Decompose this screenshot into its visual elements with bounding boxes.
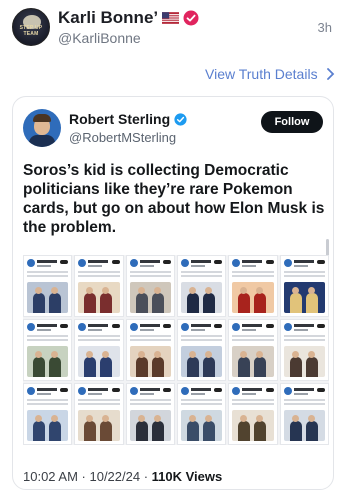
quoted-post-text: Soros’s kid is collecting Democratic pol… xyxy=(23,162,325,236)
verified-badge-icon xyxy=(183,10,199,26)
post-time: 3h xyxy=(317,20,332,35)
verified-badge-icon xyxy=(174,112,187,126)
collage-thumbnail[interactable] xyxy=(23,255,73,317)
collage-thumbnail[interactable] xyxy=(74,255,124,317)
quoted-author-avatar[interactable] xyxy=(23,109,61,147)
collage-thumbnail[interactable] xyxy=(279,383,329,445)
author-avatar[interactable]: STEP UP TEAM xyxy=(12,8,50,46)
avatar-text: STEP UP TEAM xyxy=(19,25,43,37)
follow-button[interactable]: Follow xyxy=(261,111,323,133)
collage-thumbnail[interactable] xyxy=(176,255,227,317)
collage-thumbnail[interactable] xyxy=(228,383,278,445)
author-name[interactable]: Karli Bonne’ xyxy=(58,8,158,28)
quoted-author-name-row: Robert Sterling xyxy=(69,111,187,127)
us-flag-icon xyxy=(162,12,180,24)
author-handle[interactable]: @KarliBonne xyxy=(58,30,141,46)
post-header: STEP UP TEAM Karli Bonne’ @KarliBonne 3h xyxy=(12,6,334,50)
collage-thumbnail[interactable] xyxy=(125,319,175,381)
quoted-author-handle[interactable]: @RobertMSterling xyxy=(69,130,176,145)
collage-thumbnail[interactable] xyxy=(228,255,278,317)
collage-thumbnail[interactable] xyxy=(74,383,124,445)
author-name-row: Karli Bonne’ xyxy=(58,8,199,28)
collage-thumbnail[interactable] xyxy=(74,319,124,381)
collage-thumbnail[interactable] xyxy=(279,255,329,317)
quoted-post-timestamp: 10:02 AM · 10/22/24 · xyxy=(23,469,152,484)
view-count: 110K Views xyxy=(151,469,223,484)
collage-thumbnail[interactable] xyxy=(125,383,175,445)
view-truth-details-label: View Truth Details xyxy=(205,66,318,82)
collage-thumbnail[interactable] xyxy=(125,255,175,317)
collage-thumbnail[interactable] xyxy=(23,383,73,445)
screenshot-collage[interactable] xyxy=(23,255,329,445)
quoted-author-name[interactable]: Robert Sterling xyxy=(69,111,170,127)
chevron-right-icon xyxy=(326,68,334,80)
collage-thumbnail[interactable] xyxy=(228,319,278,381)
collage-thumbnail[interactable] xyxy=(176,383,227,445)
view-truth-details-link[interactable]: View Truth Details xyxy=(205,66,336,82)
quoted-post-meta: 10:02 AM · 10/22/24 · 110K Views xyxy=(23,469,222,484)
collage-thumbnail[interactable] xyxy=(176,319,227,381)
collage-thumbnail[interactable] xyxy=(23,319,73,381)
quoted-post-card[interactable]: Robert Sterling @RobertMSterling Follow … xyxy=(12,96,334,490)
collage-thumbnail[interactable] xyxy=(279,319,329,381)
